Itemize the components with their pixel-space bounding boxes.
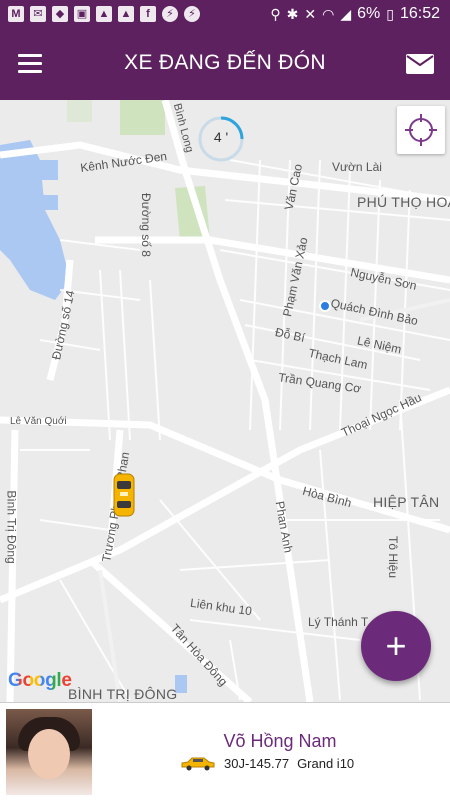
map-view[interactable]: Kênh Nước Đen Bình Long Vườn Lài Văn Cao… [0, 100, 450, 702]
message-icon: ✉ [30, 6, 46, 22]
system-status: ⚲ ✱ ✕ ◠ ◢ 6% ▯ 16:52 [270, 5, 440, 23]
car-icon [181, 757, 215, 771]
area-label: PHÚ THỌ HOÀ [357, 194, 450, 210]
gmail-icon: M [8, 6, 24, 22]
street-label: Lý Thánh T [308, 615, 369, 629]
street-label: Lê Văn Quới [10, 416, 67, 427]
crosshair-icon [405, 114, 437, 146]
app-icon: ◆ [52, 6, 68, 22]
area-label: HIỆP TÂN [373, 494, 440, 510]
driver-name: Võ Hồng Nam [223, 731, 337, 751]
mail-icon[interactable] [406, 54, 434, 74]
page-title: XE ĐANG ĐẾN ĐÓN [124, 51, 326, 74]
messenger-icon: ⚡ [162, 6, 178, 22]
bluetooth-icon: ✱ [286, 5, 299, 22]
driver-panel: Võ Hồng Nam 30J-145.77 Grand i10 [0, 702, 450, 801]
location-icon: ⚲ [270, 5, 281, 22]
eta-indicator: 4 ' [196, 114, 246, 164]
mute-icon: ✕ [304, 5, 317, 22]
area-label: BÌNH TRỊ ĐÔNG [68, 686, 178, 702]
image-icon: ▲ [118, 6, 134, 22]
app-icon: ▣ [74, 6, 90, 22]
app-bar: XE ĐANG ĐẾN ĐÓN [0, 30, 450, 100]
taxi-marker-icon [113, 473, 135, 517]
car-model: Grand i10 [297, 755, 355, 771]
add-button[interactable]: + [361, 611, 431, 681]
license-plate: 30J-145.77 [224, 755, 290, 771]
street-label: Tô Hiệu [386, 535, 401, 579]
clock: 16:52 [399, 5, 440, 22]
signal-icon: ◢ [340, 5, 352, 22]
my-location-button[interactable] [397, 106, 445, 154]
status-bar: M ✉ ◆ ▣ ▲ ▲ f ⚡ ⚡ ⚲ ✱ ✕ ◠ ◢ 6% ▯ 16:52 [0, 0, 450, 30]
battery-percent: 6% [357, 5, 381, 22]
street-label: Đường số 8 [138, 193, 153, 257]
eta-label: 4 ' [213, 129, 229, 145]
messenger-icon: ⚡ [184, 6, 200, 22]
google-logo: Google [8, 670, 72, 692]
notification-icons: M ✉ ◆ ▣ ▲ ▲ f ⚡ ⚡ [8, 6, 200, 22]
battery-icon: ▯ [386, 5, 394, 22]
image-icon: ▲ [96, 6, 112, 22]
wifi-icon: ◠ [322, 5, 335, 22]
google-logo-text: Google [8, 670, 72, 691]
vehicle-info: 30J-145.77 Grand i10 [180, 755, 354, 771]
facebook-icon: f [140, 6, 156, 22]
street-label: Bình Trị Đông [4, 490, 19, 564]
avatar [6, 709, 92, 795]
street-label: Vườn Lài [332, 160, 382, 174]
